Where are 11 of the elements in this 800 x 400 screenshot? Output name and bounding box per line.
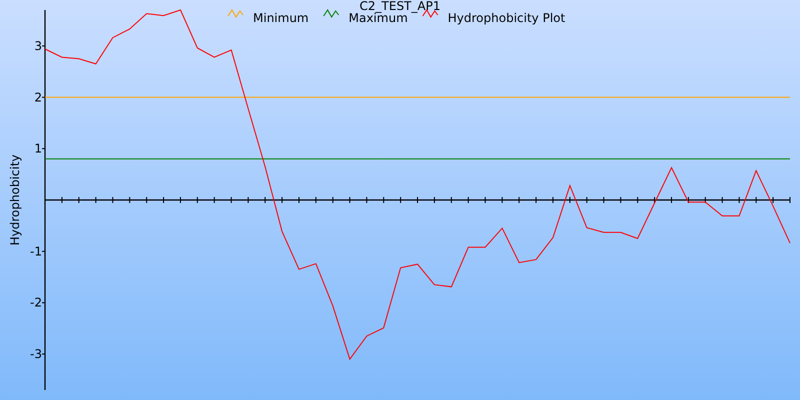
y-tick-label: -3 [30, 347, 42, 362]
legend-label: Minimum [253, 11, 309, 25]
y-tick-label: 1 [34, 142, 42, 156]
y-tick-label: 3 [34, 38, 42, 53]
legend-label: Hydrophobicity Plot [448, 11, 566, 25]
y-tick-label: -2 [30, 296, 42, 310]
chart-title: C2_TEST_AP1 [360, 0, 440, 13]
y-tick-label: -1 [30, 244, 42, 258]
legend-label: Maximum [348, 11, 408, 25]
y-axis-label: Hydrophobicity [8, 154, 22, 246]
y-tick-label: 2 [34, 90, 42, 104]
